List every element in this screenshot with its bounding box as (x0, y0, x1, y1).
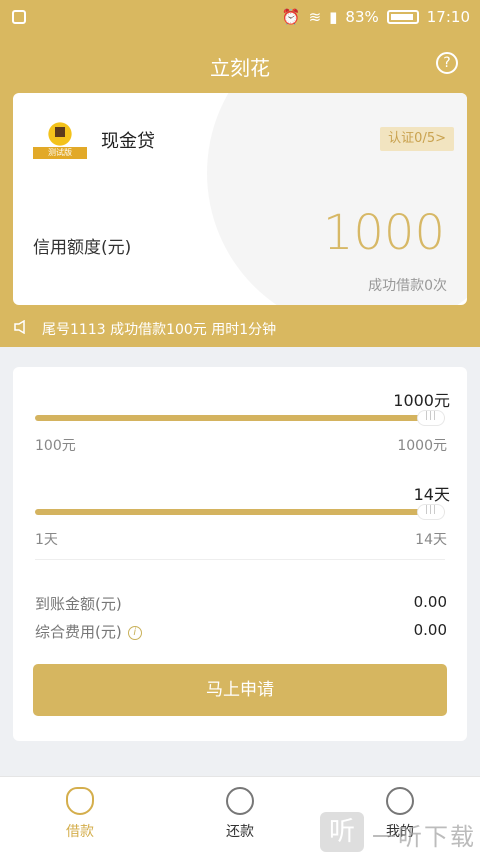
notice-text: 尾号1113 成功借款100元 用时1分钟 (42, 322, 277, 338)
wifi-icon: ≋ (308, 8, 322, 26)
battery-icon (386, 10, 419, 24)
amount-max: 1000元 (397, 438, 447, 454)
product-logo: 测试版 (33, 113, 87, 167)
watermark-text: 一听下载 (372, 823, 476, 851)
money-bag-icon (66, 787, 94, 815)
signal-icon: ▮ (329, 8, 338, 26)
days-value: 14天 (413, 485, 450, 504)
tab-repay[interactable]: 还款 (190, 787, 290, 841)
days-slider[interactable] (35, 504, 445, 520)
tab-borrow-label: 借款 (66, 824, 94, 840)
battery-percent: 83% (345, 8, 379, 26)
amount-slider-track (35, 415, 445, 421)
amount-value: 1000元 (393, 391, 450, 410)
help-icon[interactable]: ? (436, 52, 458, 74)
amount-min: 100元 (35, 438, 76, 454)
amount-slider-handle[interactable] (417, 410, 445, 426)
total-fee-row: 综合费用(元) i (35, 621, 142, 642)
divider (35, 559, 445, 560)
watermark: 听 一听下载 (320, 812, 480, 852)
credit-label: 信用额度(元) (33, 238, 132, 258)
title-bar: 立刻花 ? (0, 36, 480, 92)
auth-button[interactable]: 认证0/5> (380, 127, 454, 151)
screenshot-icon (12, 10, 26, 24)
page-title: 立刻花 (210, 56, 270, 80)
total-fee-value: 0.00 (413, 621, 447, 639)
received-value: 0.00 (413, 593, 447, 611)
info-icon[interactable]: i (127, 625, 142, 640)
watermark-logo: 听 (320, 812, 364, 852)
loan-panel: 1000元 100元 1000元 14天 1天 14天 到账金额(元) 0.00… (13, 367, 467, 741)
days-max: 14天 (415, 532, 447, 548)
product-name: 现金贷 (101, 131, 155, 152)
product-card: 测试版 现金贷 认证0/5> 信用额度(元) 1000 成功借款0次 (13, 93, 467, 305)
received-label: 到账金额(元) (35, 595, 122, 613)
success-count: 成功借款0次 (368, 278, 447, 294)
status-right: ⏰ ≋ ▮ 83% 17:10 (282, 8, 470, 26)
tab-repay-label: 还款 (226, 824, 254, 840)
logo-tag: 测试版 (33, 147, 87, 159)
speaker-icon (14, 320, 25, 334)
clock: 17:10 (426, 8, 470, 26)
days-slider-handle[interactable] (417, 504, 445, 520)
logo-square (55, 127, 65, 137)
credit-value: 1000 (322, 205, 445, 261)
refund-icon (226, 787, 254, 815)
tab-borrow[interactable]: 借款 (30, 787, 130, 841)
user-icon (386, 787, 414, 815)
status-bar: ⏰ ≋ ▮ 83% 17:10 (0, 0, 480, 36)
amount-slider[interactable] (35, 410, 445, 426)
total-fee-label: 综合费用(元) (35, 623, 122, 641)
apply-button[interactable]: 马上申请 (33, 664, 447, 716)
alarm-icon: ⏰ (281, 8, 301, 26)
days-min: 1天 (35, 532, 58, 548)
days-slider-track (35, 509, 445, 515)
notice-bar: 尾号1113 成功借款100元 用时1分钟 (0, 316, 480, 340)
